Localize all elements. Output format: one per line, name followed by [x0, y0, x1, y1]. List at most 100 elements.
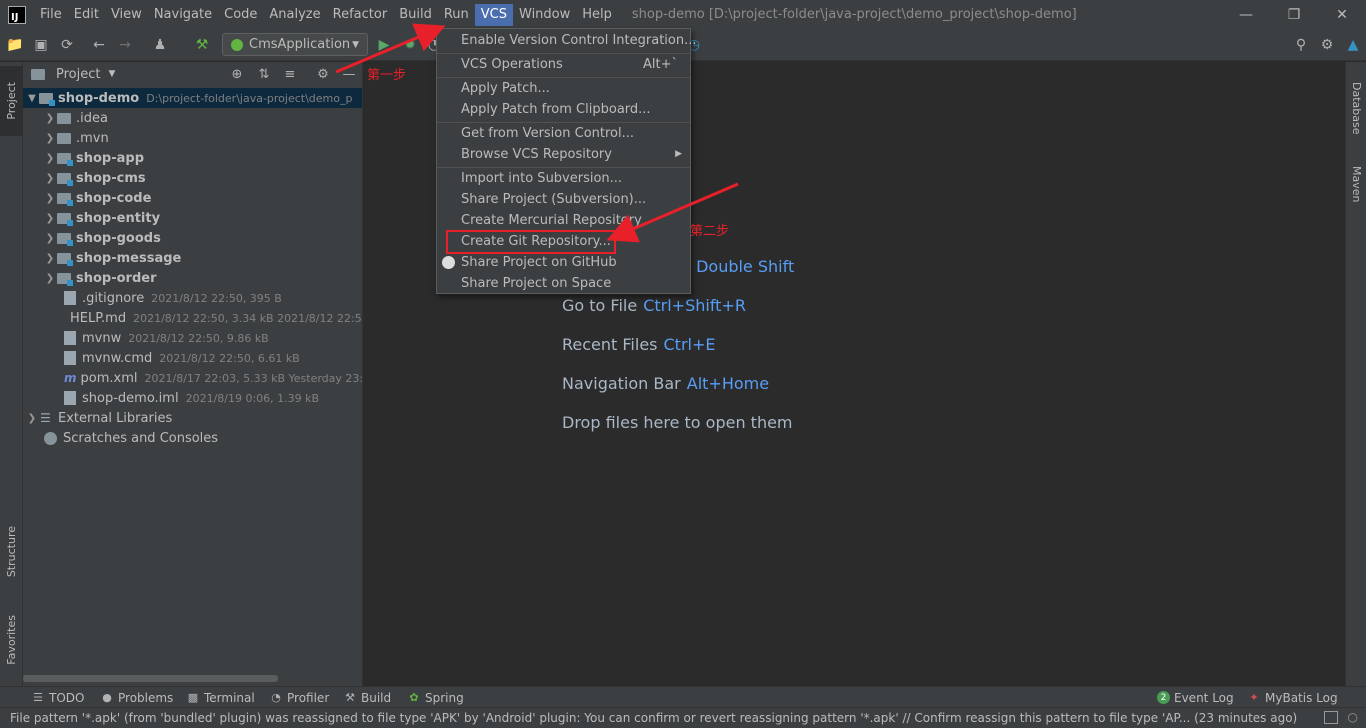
- tree-item-shop-entity[interactable]: ❯ shop-entity: [23, 208, 362, 228]
- tree-item-gitignore[interactable]: .gitignore 2021/8/12 22:50, 395 B: [23, 288, 362, 308]
- menu-item-apply-patch-clipboard[interactable]: Apply Patch from Clipboard...: [437, 99, 690, 120]
- run-configuration-select[interactable]: CmsApplication ▼: [222, 33, 368, 56]
- user-icon[interactable]: ♟: [150, 35, 170, 55]
- search-icon[interactable]: ⚲: [1291, 35, 1311, 55]
- intellij-logo-icon[interactable]: IJ: [8, 5, 26, 24]
- tab-label: Event Log: [1174, 690, 1234, 705]
- chevron-right-icon[interactable]: ❯: [43, 133, 57, 144]
- chevron-right-icon[interactable]: ❯: [43, 213, 57, 224]
- tree-item-mvn[interactable]: ❯ .mvn: [23, 128, 362, 148]
- forward-icon[interactable]: →: [115, 35, 135, 55]
- minimize-icon[interactable]: —: [1222, 0, 1270, 29]
- menu-item-share-space[interactable]: Share Project on Space: [437, 273, 690, 294]
- tree-item-shop-cms[interactable]: ❯ shop-cms: [23, 168, 362, 188]
- menu-item-import-subversion[interactable]: Import into Subversion...: [437, 168, 690, 189]
- run-icon[interactable]: ▶: [374, 35, 394, 55]
- menu-help[interactable]: Help: [576, 4, 618, 26]
- menu-analyze[interactable]: Analyze: [263, 4, 326, 26]
- tree-item-mvnw[interactable]: mvnw 2021/8/12 22:50, 9.86 kB: [23, 328, 362, 348]
- chevron-right-icon[interactable]: ❯: [43, 113, 57, 124]
- module-folder-icon: [57, 272, 73, 286]
- tree-item-idea[interactable]: ❯ .idea: [23, 108, 362, 128]
- menu-build[interactable]: Build: [393, 4, 438, 26]
- build-hammer-icon[interactable]: ⚒: [192, 35, 212, 55]
- menu-item-get-from-vcs[interactable]: Get from Version Control...: [437, 123, 690, 144]
- tab-profiler[interactable]: ◔ Profiler: [270, 687, 329, 708]
- project-panel-title[interactable]: Project: [56, 67, 100, 82]
- tab-event-log[interactable]: 2 Event Log: [1157, 687, 1234, 708]
- menu-item-share-subversion[interactable]: Share Project (Subversion)...: [437, 189, 690, 210]
- chevron-right-icon[interactable]: ❯: [43, 153, 57, 164]
- menu-file[interactable]: File: [34, 4, 68, 26]
- tree-item-shop-demo[interactable]: ▼ shop-demo D:\project-folder\java-proje…: [23, 88, 362, 108]
- tree-item-shop-order[interactable]: ❯ shop-order: [23, 268, 362, 288]
- tree-item-shop-message[interactable]: ❯ shop-message: [23, 248, 362, 268]
- back-icon[interactable]: ←: [89, 35, 109, 55]
- status-message[interactable]: File pattern '*.apk' (from 'bundled' plu…: [10, 711, 1300, 725]
- menu-item-vcs-operations[interactable]: VCS Operations Alt+`: [437, 54, 690, 75]
- tab-mybatis-log[interactable]: ✦ MyBatis Log: [1248, 687, 1337, 708]
- menu-run[interactable]: Run: [438, 4, 475, 26]
- chevron-down-icon[interactable]: ▼: [25, 93, 39, 104]
- tree-item-shop-goods[interactable]: ❯ shop-goods: [23, 228, 362, 248]
- terminal-icon: ▩: [187, 691, 199, 704]
- tree-item-help-md[interactable]: HELP.md 2021/8/12 22:50, 3.34 kB 2021/8/…: [23, 308, 362, 328]
- tree-item-shop-app[interactable]: ❯ shop-app: [23, 148, 362, 168]
- chevron-down-icon[interactable]: ▼: [108, 69, 115, 79]
- menu-item-create-mercurial[interactable]: Create Mercurial Repository: [437, 210, 690, 231]
- favorites-tool-tab[interactable]: Favorites: [0, 602, 23, 677]
- project-tool-tab[interactable]: Project: [0, 66, 23, 136]
- chevron-right-icon[interactable]: ❯: [25, 413, 39, 424]
- hide-panel-icon[interactable]: —: [340, 65, 358, 83]
- tree-item-label: shop-message: [76, 250, 182, 266]
- menu-item-browse-vcs-repository[interactable]: Browse VCS Repository ▶: [437, 144, 690, 165]
- tree-item-meta: 2021/8/12 22:50, 395 B: [151, 291, 282, 305]
- menu-view[interactable]: View: [105, 4, 148, 26]
- tab-todo[interactable]: ☰ TODO: [32, 687, 84, 708]
- status-window-icon[interactable]: [1324, 711, 1338, 724]
- chevron-right-icon[interactable]: ❯: [43, 193, 57, 204]
- restore-icon[interactable]: ❐: [1270, 0, 1318, 29]
- expand-all-icon[interactable]: ⇅: [255, 65, 273, 83]
- tree-item-external-libraries[interactable]: ❯ ☰ External Libraries: [23, 408, 362, 428]
- tree-item-shop-code[interactable]: ❯ shop-code: [23, 188, 362, 208]
- tab-build[interactable]: ⚒ Build: [344, 687, 391, 708]
- menu-item-apply-patch[interactable]: Apply Patch...: [437, 78, 690, 99]
- maven-tool-tab[interactable]: Maven: [1346, 154, 1366, 214]
- chevron-right-icon[interactable]: ❯: [43, 273, 57, 284]
- menu-refactor[interactable]: Refactor: [327, 4, 394, 26]
- tree-item-mvnw-cmd[interactable]: mvnw.cmd 2021/8/12 22:50, 6.61 kB: [23, 348, 362, 368]
- hint-shortcut: Alt+Home: [686, 374, 770, 393]
- close-icon[interactable]: ✕: [1318, 0, 1366, 29]
- tab-problems[interactable]: ● Problems: [101, 687, 173, 708]
- structure-tool-tab[interactable]: Structure: [0, 517, 23, 587]
- menu-item-share-github[interactable]: Share Project on GitHub: [437, 252, 690, 273]
- menu-code[interactable]: Code: [218, 4, 263, 26]
- code-with-me-icon[interactable]: ▲: [1343, 35, 1363, 55]
- save-icon[interactable]: ▣: [31, 35, 51, 55]
- tab-spring[interactable]: ✿ Spring: [408, 687, 463, 708]
- menu-edit[interactable]: Edit: [68, 4, 105, 26]
- tree-item-label: Scratches and Consoles: [63, 430, 219, 446]
- panel-settings-gear-icon[interactable]: ⚙: [314, 65, 332, 83]
- horizontal-scrollbar[interactable]: [23, 675, 278, 682]
- status-lock-icon[interactable]: ○: [1348, 710, 1358, 724]
- settings-gear-icon[interactable]: ⚙: [1317, 35, 1337, 55]
- chevron-right-icon[interactable]: ❯: [43, 253, 57, 264]
- collapse-all-icon[interactable]: ≡: [281, 65, 299, 83]
- chevron-right-icon[interactable]: ❯: [43, 173, 57, 184]
- open-folder-icon[interactable]: 📁: [5, 35, 25, 55]
- menu-window[interactable]: Window: [513, 4, 576, 26]
- tab-terminal[interactable]: ▩ Terminal: [187, 687, 255, 708]
- chevron-right-icon[interactable]: ❯: [43, 233, 57, 244]
- locate-target-icon[interactable]: ⊕: [228, 65, 246, 83]
- menu-item-enable-vcs-integration[interactable]: Enable Version Control Integration...: [437, 30, 697, 51]
- menu-vcs[interactable]: VCS: [474, 3, 513, 26]
- sync-icon[interactable]: ⟳: [57, 35, 77, 55]
- tree-item-scratches[interactable]: Scratches and Consoles: [23, 428, 362, 448]
- tree-item-shop-demo-iml[interactable]: shop-demo.iml 2021/8/19 0:06, 1.39 kB: [23, 388, 362, 408]
- menu-navigate[interactable]: Navigate: [148, 4, 218, 26]
- tree-item-pom-xml[interactable]: m pom.xml 2021/8/17 22:03, 5.33 kB Yeste…: [23, 368, 362, 388]
- database-tool-tab[interactable]: Database: [1346, 68, 1366, 148]
- debug-icon[interactable]: ✹: [400, 35, 420, 55]
